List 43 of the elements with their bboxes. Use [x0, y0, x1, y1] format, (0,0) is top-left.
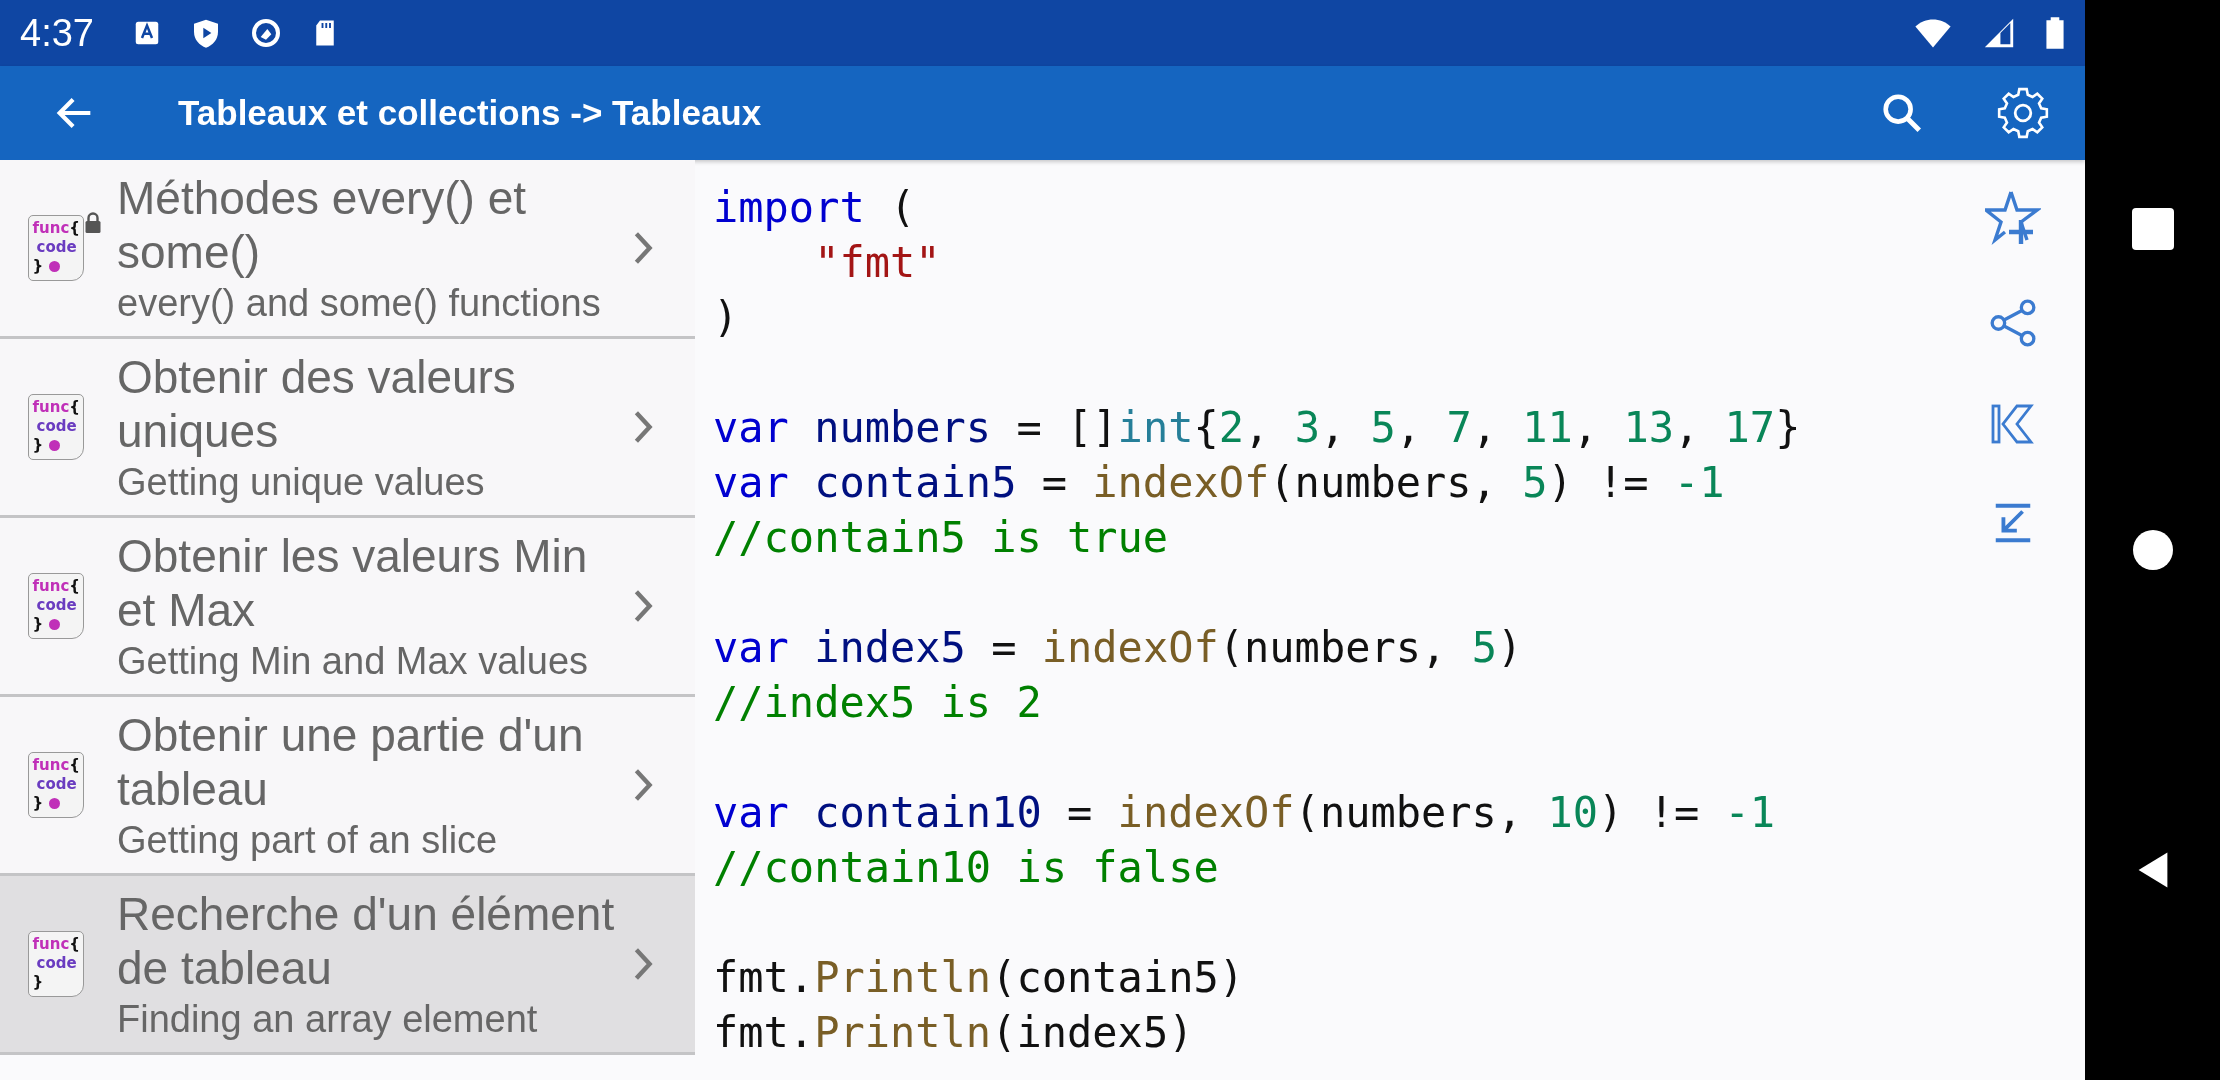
code-file-icon: func{ code }: [27, 931, 84, 997]
chevron-right-icon: [632, 588, 654, 624]
topic-title: Obtenir des valeurs uniques: [117, 350, 517, 458]
topic-title: Méthodes every() et some(): [117, 171, 528, 279]
code-file-icon: func{ code }: [27, 394, 84, 460]
code-line: //contain10 is false: [713, 842, 1220, 894]
battery-icon: [2045, 15, 2065, 51]
settings-icon: [1997, 87, 2049, 139]
topic-subtitle: Getting part of an slice: [117, 818, 499, 862]
back-triangle-icon[interactable]: [2136, 850, 2169, 890]
code-line: var numbers = []int{2, 3, 5, 7, 11, 13, 17}: [713, 402, 1802, 454]
topic-subtitle: Finding an array element: [117, 997, 539, 1041]
code-line: //contain5 is true: [713, 512, 1170, 564]
topic-subtitle: Getting Min and Max values: [117, 639, 589, 683]
status-time: 4:37: [20, 11, 94, 55]
home-button[interactable]: [2132, 530, 2173, 570]
topic-title: Obtenir une partie d'un tableau: [117, 708, 585, 816]
app-title: Tableaux et collections -> Tableaux: [178, 93, 762, 133]
code-file-icon: func{ code }: [27, 573, 84, 639]
code-line: import (: [713, 182, 917, 234]
code-line: fmt.Println(index5): [713, 1007, 1195, 1059]
code-line: fmt.Println(contain5): [713, 952, 1246, 1004]
chevron-right-icon: [632, 409, 654, 445]
topic-subtitle: Getting unique values: [117, 460, 486, 504]
topic-title: Recherche d'un élément de tableau: [117, 887, 616, 995]
code-line: var contain10 = indexOf(numbers, 10) != -1: [713, 787, 1777, 839]
recents-button[interactable]: [2131, 208, 2174, 250]
topic-list-item[interactable]: func{ code } Recherche d'un élément de tableau Finding an array element: [0, 876, 695, 1055]
code-file-icon: func{ code }: [27, 215, 84, 281]
topic-title: Obtenir les valeurs Min et Max: [117, 529, 589, 637]
code-line: ): [713, 292, 740, 344]
code-line: "fmt": [813, 237, 942, 289]
star-plus-icon: [1984, 190, 2041, 246]
code-line: //index5 is 2: [713, 677, 1043, 729]
circle-logo-icon: [249, 17, 282, 49]
wifi-icon: [1913, 17, 1953, 49]
topic-subtitle: every() and some() functions: [117, 281, 602, 325]
code-line: var index5 = indexOf(numbers, 5): [713, 622, 1524, 674]
chevron-right-icon: [632, 946, 654, 982]
code-file-icon: func{ code }: [27, 752, 84, 818]
code-line: var contain5 = indexOf(numbers, 5) != -1: [713, 457, 1726, 509]
chevron-right-icon: [632, 230, 654, 266]
chevron-right-icon: [632, 767, 654, 803]
